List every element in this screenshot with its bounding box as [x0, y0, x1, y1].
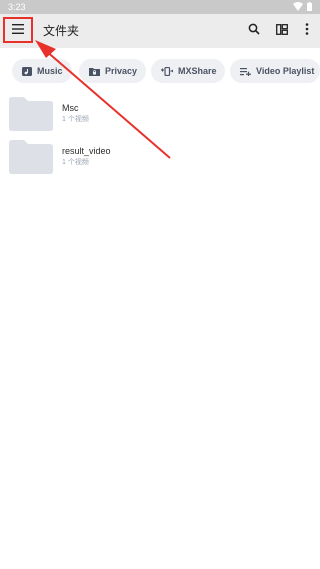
- chip-video-playlist[interactable]: Video Playlist: [230, 59, 320, 83]
- more-vert-icon: [305, 22, 309, 40]
- music-icon: [22, 66, 32, 76]
- chip-mxshare-label: MXShare: [178, 66, 217, 76]
- wifi-icon: [293, 2, 303, 11]
- chip-music[interactable]: Music: [12, 59, 72, 83]
- folder-item[interactable]: result_video 1 个视频: [9, 139, 309, 175]
- chip-mxshare[interactable]: MXShare: [151, 59, 225, 83]
- chip-privacy-label: Privacy: [105, 66, 138, 76]
- more-options-button[interactable]: [297, 21, 317, 41]
- screen: 3:23 文件夹 Music Privacy MXShare Video Pla…: [0, 0, 320, 569]
- folder-name: Msc: [62, 103, 79, 113]
- view-layout-icon: [276, 22, 288, 40]
- mxshare-icon: [161, 66, 173, 76]
- hamburger-menu-icon: [12, 21, 24, 39]
- search-icon: [248, 22, 260, 40]
- page-title: 文件夹: [43, 24, 80, 38]
- shortcut-chip-row: Music Privacy MXShare Video Playlist: [0, 48, 320, 94]
- folder-video-count: 1 个视频: [62, 116, 89, 123]
- menu-button[interactable]: [3, 17, 33, 43]
- view-layout-button[interactable]: [272, 21, 292, 41]
- status-icons: [293, 2, 312, 11]
- folder-name: result_video: [62, 146, 111, 156]
- chip-video-playlist-label: Video Playlist: [256, 66, 315, 76]
- status-time: 3:23: [8, 2, 26, 12]
- chip-music-label: Music: [37, 66, 63, 76]
- folder-video-count: 1 个视频: [62, 159, 89, 166]
- status-bar: 3:23: [0, 0, 320, 14]
- lock-folder-icon: [89, 67, 100, 76]
- chip-privacy[interactable]: Privacy: [79, 59, 146, 83]
- app-bar: 文件夹: [0, 14, 320, 48]
- folder-icon: [9, 140, 53, 174]
- search-button[interactable]: [244, 21, 264, 41]
- folder-item[interactable]: Msc 1 个视频: [9, 96, 309, 132]
- battery-icon: [307, 2, 312, 11]
- playlist-add-icon: [240, 67, 251, 76]
- folder-icon: [9, 97, 53, 131]
